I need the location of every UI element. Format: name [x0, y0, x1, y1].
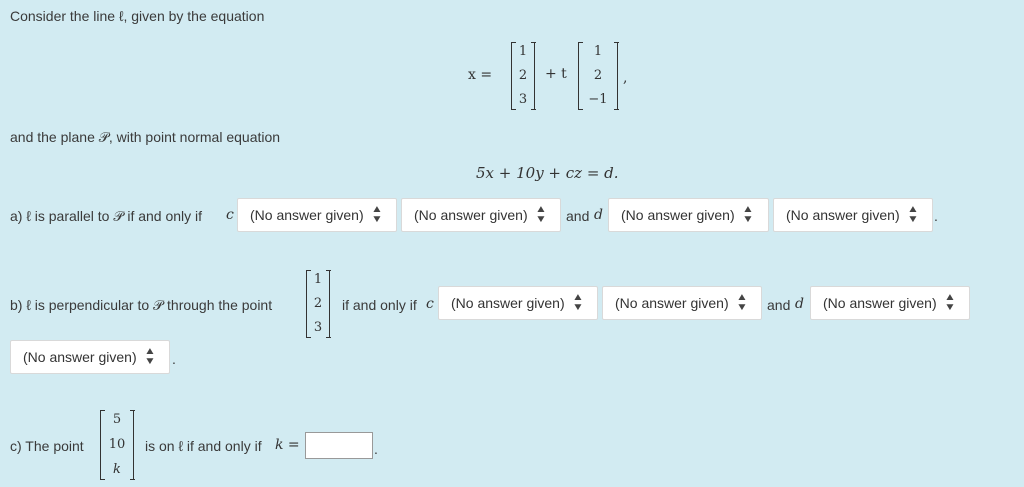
sort-arrows-icon: ▲ ▼ — [943, 292, 956, 313]
select-value: (No answer given) — [621, 207, 735, 223]
part-a-prefix: a) ℓ is parallel to 𝒫 if and only if — [10, 208, 203, 224]
select-value: (No answer given) — [23, 349, 137, 365]
select-value: (No answer given) — [823, 295, 937, 311]
part-c-point-vector: 5 10 k — [99, 410, 135, 480]
part-b-d-select[interactable]: (No answer given) ▲ ▼ — [810, 286, 970, 320]
sort-arrows-icon: ▲ ▼ — [143, 346, 156, 367]
vector-entry: 5 — [112, 412, 122, 427]
vector-entry: 10 — [108, 437, 126, 452]
part-a-d-var: d — [594, 207, 603, 223]
select-value: (No answer given) — [250, 207, 364, 223]
select-value: (No answer given) — [786, 207, 900, 223]
part-c-prefix: c) The point — [10, 438, 84, 454]
line-eq-comma: , — [623, 70, 628, 86]
sort-arrows-icon: ▲ ▼ — [534, 204, 547, 225]
line-direction-vector: 1 2 −1 — [577, 42, 619, 110]
line-eq-plus-t: + t — [545, 66, 567, 82]
part-a-d-select-2[interactable]: (No answer given) ▲ ▼ — [773, 198, 933, 232]
select-value: (No answer given) — [414, 207, 528, 223]
vector-entry: k — [113, 462, 121, 477]
part-b-iff: if and only if — [342, 297, 417, 313]
part-b-end: . — [172, 351, 176, 367]
part-a-c-select[interactable]: (No answer given) ▲ ▼ — [237, 198, 397, 232]
part-a-end: . — [934, 208, 938, 224]
part-a-c-var: c — [226, 207, 234, 223]
part-b-c-var: c — [426, 296, 434, 312]
part-a-and: and — [566, 208, 590, 224]
sort-arrows-icon: ▲ ▼ — [571, 292, 584, 313]
vector-entry: 2 — [593, 68, 603, 83]
part-b-and: and — [767, 297, 791, 313]
vector-entry: −1 — [588, 92, 608, 107]
part-c-end: . — [374, 441, 378, 457]
plane-equation: 5x + 10y + cz = d. — [476, 164, 619, 182]
part-b-c-select[interactable]: (No answer given) ▲ ▼ — [438, 286, 598, 320]
part-a-d-select[interactable]: (No answer given) ▲ ▼ — [608, 198, 769, 232]
part-b-point-vector: 1 2 3 — [305, 270, 331, 338]
part-b-prefix: b) ℓ is perpendicular to 𝒫 through the p… — [10, 297, 273, 313]
part-c-k-eq: k = — [275, 437, 300, 453]
intro-plane-text: and the plane 𝒫, with point normal equat… — [10, 129, 281, 145]
select-value: (No answer given) — [451, 295, 565, 311]
intro-line-text: Consider the line ℓ, given by the equati… — [10, 8, 265, 24]
k-answer-input[interactable] — [305, 432, 373, 459]
line-point-vector: 1 2 3 — [510, 42, 536, 110]
sort-arrows-icon: ▲ ▼ — [735, 292, 748, 313]
sort-arrows-icon: ▲ ▼ — [741, 204, 754, 225]
sort-arrows-icon: ▲ ▼ — [906, 204, 919, 225]
sort-arrows-icon: ▲ ▼ — [370, 204, 383, 225]
line-eq-x-label: x = — [468, 67, 493, 83]
part-a-c-select-2[interactable]: (No answer given) ▲ ▼ — [401, 198, 561, 232]
part-c-suffix: is on ℓ if and only if — [145, 438, 262, 454]
vector-entry: 1 — [593, 44, 603, 59]
part-b-d-var: d — [795, 296, 804, 312]
select-value: (No answer given) — [615, 295, 729, 311]
part-b-c-select-2[interactable]: (No answer given) ▲ ▼ — [602, 286, 762, 320]
part-b-d-select-2[interactable]: (No answer given) ▲ ▼ — [10, 340, 170, 374]
